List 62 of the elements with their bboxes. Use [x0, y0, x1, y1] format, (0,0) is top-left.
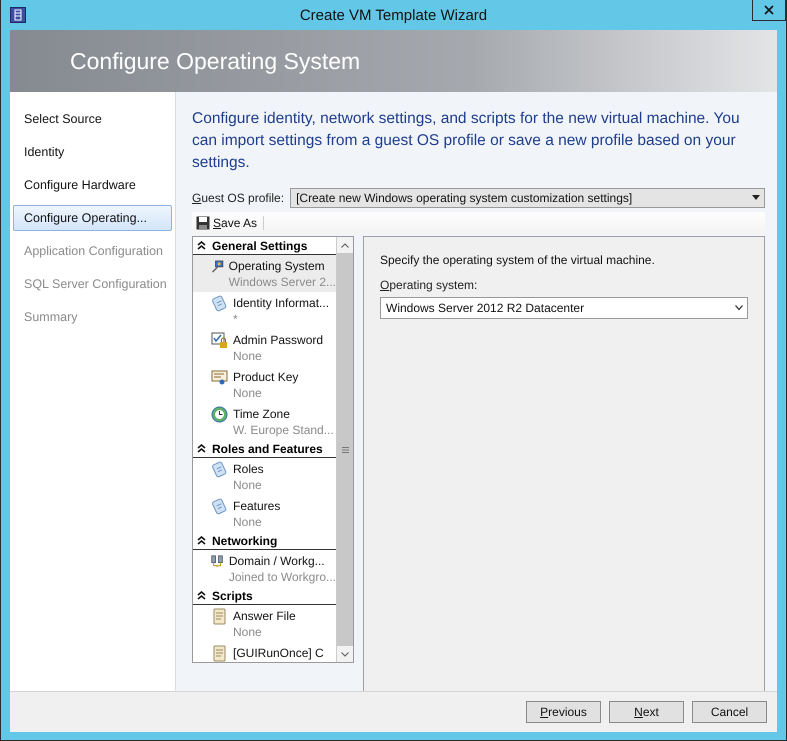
group-title: Networking [212, 534, 278, 548]
item-detail: None [233, 348, 263, 364]
collapse-icon[interactable] [197, 444, 206, 453]
collapse-icon[interactable] [197, 536, 206, 545]
wizard-button[interactable]: Next [609, 701, 684, 723]
item-detail: None [233, 624, 263, 640]
globe-clock-icon [211, 406, 228, 423]
scroll-down-icon[interactable] [341, 652, 349, 656]
item-name: Answer File [233, 608, 296, 624]
group-title: General Settings [212, 238, 308, 252]
field-label: Guest OS profile: [192, 191, 284, 205]
item-name: Operating System [228, 258, 326, 274]
save-as-button[interactable]: Save As [196, 216, 264, 230]
wizard-button[interactable]: Cancel [692, 701, 767, 723]
computer-icon [211, 258, 224, 275]
profile-dropdown[interactable]: [Create new Windows operating system customization settings] [290, 188, 765, 208]
group-title: Scripts [212, 588, 253, 602]
clipboard-icon [211, 461, 228, 478]
window-title: Create VM Template Wizard [298, 6, 488, 24]
collapse-icon[interactable] [197, 241, 206, 250]
item-name: Roles [233, 461, 264, 477]
scroll-up-icon[interactable] [341, 242, 349, 248]
wizard-step[interactable]: Identity [13, 139, 172, 165]
wizard-step[interactable]: Select Source [13, 106, 172, 132]
padlock-icon [211, 332, 228, 349]
os-dropdown[interactable]: Windows Server 2012 R2 Datacenter [380, 297, 748, 319]
item-detail: W. Europe Stand... [233, 422, 334, 438]
item-detail: Joined to Workgro... [228, 569, 336, 585]
page-title: Configure Operating System [70, 48, 360, 74]
wizard-step[interactable]: Configure Operating... [13, 205, 172, 231]
tree-item[interactable]: Operating System Windows Server 2... [193, 255, 336, 292]
field-label: Operating system: [380, 278, 478, 292]
collapse-icon[interactable] [197, 591, 206, 600]
item-detail: None [233, 514, 263, 530]
close-icon [764, 5, 774, 15]
item-name: Features [233, 498, 280, 514]
scroll-icon [211, 645, 228, 662]
item-detail: None [233, 385, 263, 401]
item-name: Admin Password [233, 332, 324, 348]
item-name: [GUIRunOnce] C [233, 645, 324, 661]
item-name: Domain / Workg... [228, 553, 326, 569]
scroll-icon [211, 608, 228, 625]
clipboard-icon [211, 498, 228, 515]
group-title: Roles and Features [212, 442, 323, 456]
item-name: Product Key [233, 369, 298, 385]
wizard-button[interactable]: Previous [526, 701, 601, 723]
item-name: Time Zone [233, 406, 291, 422]
dropdown-arrow-icon [752, 195, 760, 201]
scrollbar[interactable] [336, 237, 353, 662]
clipboard-icon [211, 295, 228, 312]
item-name: Identity Informat... [233, 295, 330, 311]
item-detail: Windows Server 2... [228, 274, 336, 290]
network-icon [211, 553, 224, 570]
app-icon [10, 7, 26, 23]
close-button[interactable] [752, 0, 786, 21]
grip-icon [342, 446, 348, 452]
intro-text: Specify the operating system of the virtual machine. [380, 253, 656, 267]
item-detail: * [233, 311, 239, 327]
wizard-step[interactable]: Configure Hardware [13, 172, 172, 198]
description: Configure identity, network settings, and scripts for the new virtual machine. You can import settings from a guest OS profile or save a new profile based on your settings. [192, 109, 741, 173]
certificate-icon [211, 369, 228, 386]
item-detail: None [233, 477, 263, 493]
